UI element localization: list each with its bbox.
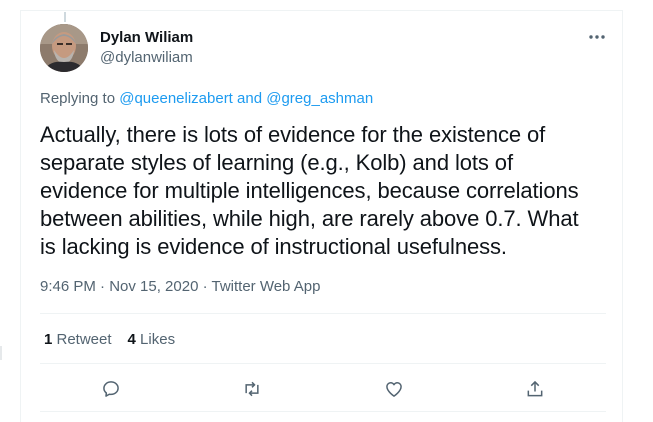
retweets-stat[interactable]: 1 Retweet	[44, 331, 112, 348]
engagement-stats: 1 Retweet 4 Likes	[44, 331, 191, 349]
tweet-text-line: separate styles of learning (e.g., Kolb)…	[40, 150, 513, 175]
reply-mention-queenelizabert[interactable]: @queenelizabert	[119, 90, 233, 107]
share-upload-icon	[527, 380, 543, 397]
more-horizontal-icon	[589, 35, 605, 39]
likes-stat[interactable]: 4 Likes	[128, 331, 176, 348]
replying-prefix: Replying to	[40, 90, 120, 107]
tweet-text-line: between abilities, while high, are rarel…	[40, 206, 579, 231]
edge-marker	[0, 346, 2, 360]
retweet-button[interactable]	[235, 372, 269, 406]
divider	[40, 363, 606, 364]
replying-to-line: Replying to @queenelizabert and @greg_as…	[40, 90, 373, 108]
tweet-text-line: evidence for multiple intelligences, bec…	[40, 178, 579, 203]
tweet-text-line: Actually, there is lots of evidence for …	[40, 122, 546, 147]
thread-connector-line	[64, 12, 66, 22]
author-display-name[interactable]: Dylan Wiliam	[100, 29, 193, 47]
reply-mention-greg-ashman[interactable]: @greg_ashman	[266, 90, 373, 107]
likes-label: Likes	[135, 331, 176, 348]
avatar-image	[40, 24, 88, 72]
reply-conjunction: and	[232, 90, 267, 107]
retweet-icon	[245, 381, 259, 397]
likes-count: 4	[127, 331, 136, 348]
divider	[40, 411, 606, 412]
tweet-text: Actually, there is lots of evidence for …	[40, 121, 625, 261]
tweet-text-line: is lacking is evidence of instructional …	[40, 234, 507, 259]
tweet-timestamp-source[interactable]: 9:46 PM · Nov 15, 2020 · Twitter Web App	[40, 278, 320, 296]
reply-bubble-icon	[102, 381, 119, 397]
share-button[interactable]	[518, 372, 552, 406]
reply-button[interactable]	[94, 372, 128, 406]
like-button[interactable]	[377, 372, 411, 406]
avatar[interactable]	[40, 24, 88, 72]
heart-icon	[385, 382, 402, 397]
divider	[40, 313, 606, 314]
retweets-label: Retweet	[52, 331, 112, 348]
author-handle[interactable]: @dylanwiliam	[100, 49, 193, 67]
action-bar	[40, 372, 606, 406]
more-options-button[interactable]	[583, 26, 611, 48]
